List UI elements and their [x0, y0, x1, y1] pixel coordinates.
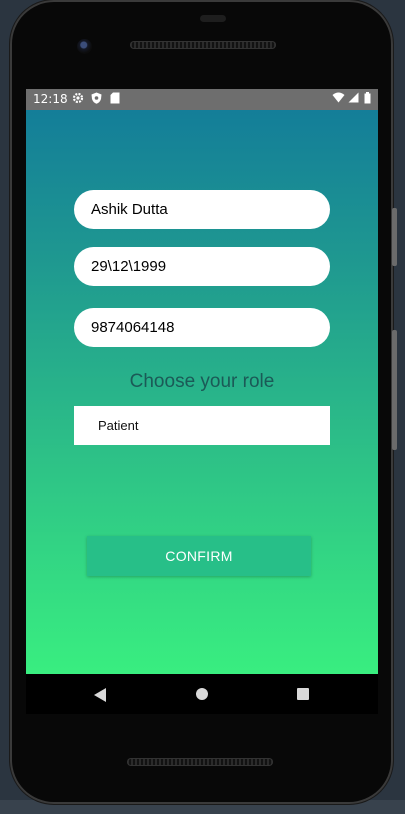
- battery-icon: [364, 92, 371, 107]
- name-input[interactable]: [74, 190, 330, 229]
- status-time: 12:18: [33, 92, 68, 106]
- navigation-bar: [26, 674, 378, 714]
- recents-icon[interactable]: [297, 688, 309, 700]
- volume-button: [392, 208, 397, 266]
- choose-role-label: Choose your role: [129, 371, 275, 392]
- role-dropdown[interactable]: Patient: [74, 406, 330, 445]
- home-icon[interactable]: [196, 688, 208, 700]
- role-selected-value: Patient: [98, 418, 139, 433]
- phone-input[interactable]: [74, 308, 330, 347]
- date-of-birth-input[interactable]: [74, 247, 330, 286]
- bottom-speaker-grille: [127, 758, 273, 766]
- app-screen: 12:18 Choose your role Patient CONFIRM: [26, 89, 378, 674]
- back-icon[interactable]: [94, 688, 106, 702]
- signal-icon: [348, 92, 359, 106]
- settings-gear-icon: [72, 92, 84, 107]
- shield-icon: [91, 92, 102, 107]
- top-speaker-grille: [130, 41, 276, 49]
- wifi-icon: [332, 92, 345, 106]
- confirm-button[interactable]: CONFIRM: [87, 536, 311, 576]
- status-bar: 12:18: [26, 89, 378, 110]
- front-camera-icon: [77, 39, 92, 54]
- power-button: [392, 330, 397, 450]
- earpiece: [200, 15, 226, 22]
- sd-card-icon: [110, 92, 120, 107]
